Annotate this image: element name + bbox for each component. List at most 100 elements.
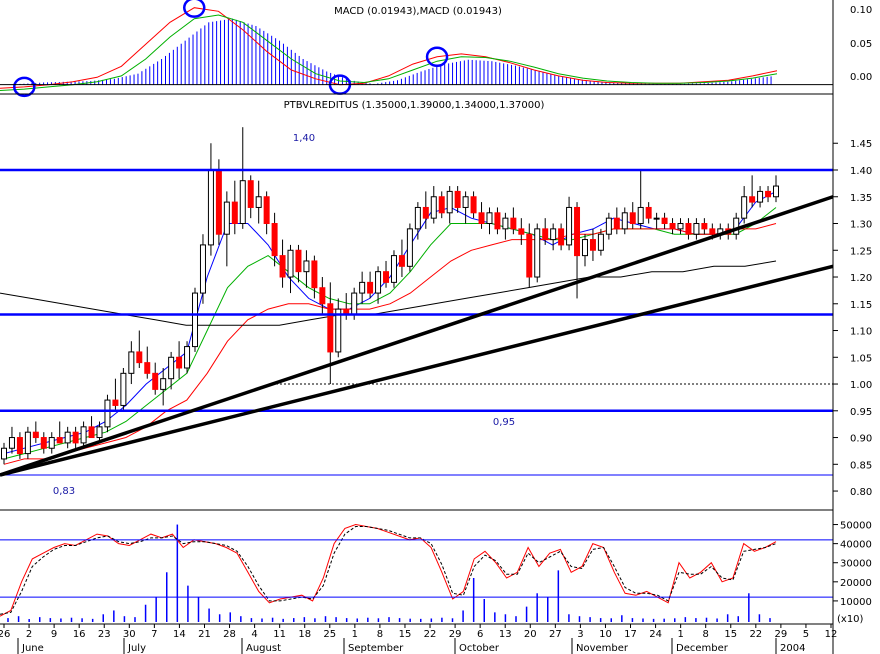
candle-body [669,223,676,230]
x-day-tick: 5 [803,629,809,640]
price-axis-tick: 1.35 [850,193,872,204]
candle-body [207,169,214,246]
candle-body [558,228,565,246]
x-day-tick: 3 [577,629,583,640]
candle-body [184,346,191,369]
x-day-tick: 25 [323,629,336,640]
candle-body [406,228,413,267]
candle-body [104,399,111,428]
x-day-tick: 15 [399,629,412,640]
x-day-tick: 17 [624,629,637,640]
candle-body [24,431,31,455]
candle-body [152,372,159,390]
candle-body [542,228,549,241]
x-day-tick: 23 [98,629,111,640]
candle-body [303,260,310,273]
x-day-tick: 26 [0,629,10,640]
candle-body [454,190,461,208]
stoch-axis-tick: 10000 [840,597,872,608]
candle-body [637,206,644,225]
x-day-tick: 8 [703,629,709,640]
annotation-0-83: 0,83 [53,486,75,497]
candle-body [677,223,684,230]
x-month-label: December [676,643,729,654]
candle-body [741,196,748,219]
candle-body [414,206,421,230]
candle-body [526,233,533,278]
candle-body [550,228,557,241]
candle-body [112,399,119,406]
candle-body [359,281,366,294]
candle-body [613,217,620,230]
candle-body [128,351,135,374]
candle-body [287,249,294,278]
candle-body [160,378,167,390]
candle-body [629,212,636,225]
candle-body [88,426,95,439]
candle-body [605,217,612,235]
candle-body [168,356,175,380]
price-axis-tick: 1.25 [850,246,872,257]
candle-body [518,228,525,235]
candle-body [311,260,318,289]
x-day-tick: 9 [51,629,57,640]
candle-body [494,212,501,230]
macd-title: MACD (0.01943),MACD (0.01943) [334,6,502,17]
candle-body [685,223,692,235]
candle-body [589,239,596,251]
x-month-label: June [21,643,44,654]
x-day-tick: 1 [677,629,683,640]
price-title: PTBVLREDITUS (1.35000,1.39000,1.34000,1.… [284,100,545,111]
candle-body [645,206,652,219]
candle-body [80,426,87,444]
candle-body [502,217,509,230]
candle-body [72,431,79,444]
price-axis-tick: 1.20 [850,273,872,284]
candle-body [446,190,453,214]
price-axis-tick: 1.45 [850,139,872,150]
candle-body [773,185,779,198]
x-day-tick: 18 [298,629,311,640]
candle-body [749,196,756,203]
candle-body [327,303,334,353]
candle-body [295,249,302,273]
x-day-tick: 2 [26,629,32,640]
x-day-tick: 13 [499,629,512,640]
candle-body [96,426,103,439]
candle-body [709,228,716,235]
macd-axis-tick: 0.10 [850,5,872,16]
candle-body [438,196,445,214]
candle-body [144,362,151,374]
x-day-tick: 30 [123,629,136,640]
candle-body [223,201,230,235]
candle-body [64,431,71,444]
x-day-tick: 16 [73,629,86,640]
macd-axis-tick: 0.05 [850,39,872,50]
x-day-tick: 21 [198,629,211,640]
candle-body [351,292,358,315]
candle-body [32,431,39,439]
candle-body [247,180,254,208]
candle-body [757,190,764,203]
stock-chart: MACD (0.01943),MACD (0.01943) 0.10 0.05 … [0,0,880,654]
price-axis-tick: 0.85 [850,460,872,471]
stoch-axis-tick: 20000 [840,578,872,589]
candle-body [733,217,740,235]
x-day-tick: 15 [724,629,737,640]
price-axis-tick: 1.15 [850,300,872,311]
candle-body [510,217,517,230]
price-axis-tick: 1.40 [850,166,872,177]
x-day-tick: 24 [649,629,662,640]
price-axis-tick: 0.80 [850,487,872,498]
price-axis-tick: 0.95 [850,407,872,418]
candle-body [566,206,573,246]
candle-body [231,201,238,225]
candle-body [176,356,183,369]
price-axis-tick: 0.90 [850,434,872,445]
x-day-tick: 11 [273,629,286,640]
price-axis-tick: 1.10 [850,327,872,338]
candle-body [486,212,493,225]
candle-body [199,244,206,294]
candle-body [255,196,262,208]
x-day-tick: 20 [524,629,537,640]
